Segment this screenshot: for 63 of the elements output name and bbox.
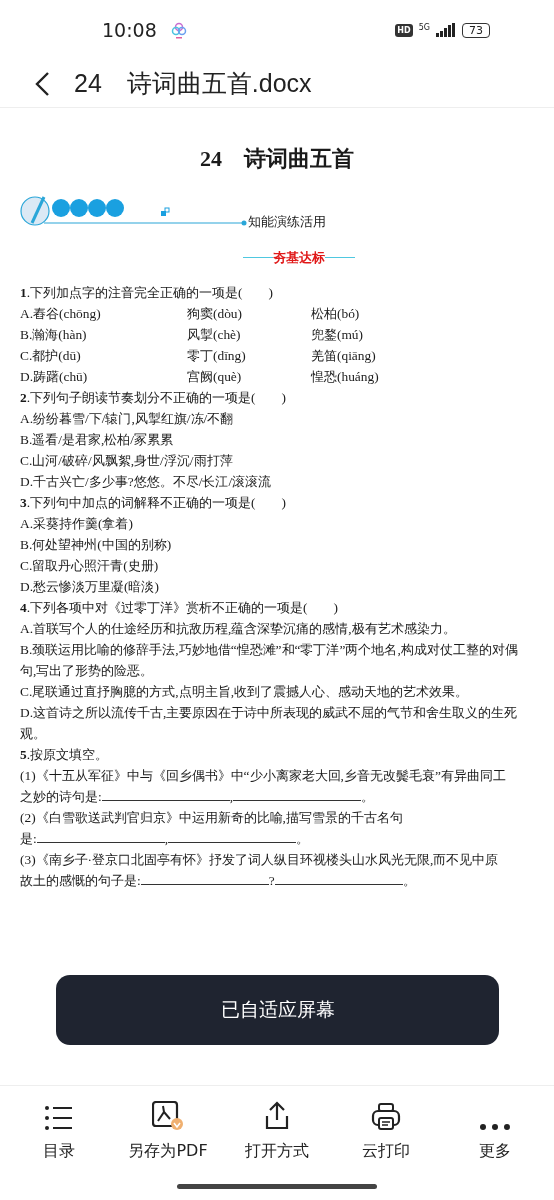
pdf-icon[interactable] [152, 1101, 184, 1131]
answer-option: D.千古兴亡/多少事?悠悠。不尽/长江/滚滚流 [20, 471, 534, 492]
answer-option: D.愁云惨淡万里凝(暗淡) [20, 576, 534, 597]
answer-option: B.遥看/是君家,松柏/冢累累 [20, 429, 534, 450]
question-text: 4.下列各项中对《过零丁洋》赏析不正确的一项是( ) [20, 599, 339, 617]
answer-option: C.都护(dū) [20, 345, 187, 366]
home-indicator[interactable] [177, 1183, 377, 1189]
answer-option: A.首联写个人的仕途经历和抗敌历程,蕴含深挚沉痛的感情,极有艺术感染力。 [20, 618, 534, 639]
more-icon[interactable] [479, 1123, 511, 1131]
toolbar-label[interactable]: 另存为PDF [128, 1141, 208, 1162]
toolbar-label[interactable]: 打开方式 [245, 1141, 309, 1162]
battery-indicator: 73 [462, 22, 490, 38]
end-mark: 。 [402, 873, 416, 888]
back-icon[interactable] [34, 70, 50, 97]
answer-option: 狗窦(dòu) [187, 303, 311, 324]
fill-in-prompt: 是: [20, 831, 37, 846]
printer-icon[interactable] [371, 1103, 401, 1131]
answer-option: 零丁(dīng) [187, 345, 311, 366]
separator-mark: , [229, 789, 234, 804]
document-heading: 24 诗词曲五首 [199, 148, 355, 169]
fill-in-prompt: (2)《白雪歌送武判官归京》中运用新奇的比喻,描写雪景的千古名句 [20, 809, 404, 827]
question-text: 5.按原文填空。 [20, 746, 110, 764]
question-text: 2.下列句子朗读节奏划分不正确的一项是( ) [20, 389, 287, 407]
question-text: 3.下列句中加点的词解释不正确的一项是( ) [20, 494, 287, 512]
answer-option: B.颈联运用比喻的修辞手法,巧妙地借“惶恐滩”和“零丁洋”两个地名,构成对仗工整的对偶句,写出了形势的险恶。 [20, 639, 534, 681]
end-mark: 。 [361, 789, 375, 804]
answer-option: C.尾联通过直抒胸臆的方式,点明主旨,收到了震撼人心、感动天地的艺术效果。 [20, 681, 534, 702]
answer-option: B.瀚海(hàn) [20, 324, 187, 345]
toolbar-label[interactable]: 云打印 [362, 1141, 410, 1162]
answer-option: 风掣(chè) [187, 324, 311, 345]
answer-option: 兜鍪(mú) [311, 324, 534, 345]
app-notification-icon [170, 21, 187, 39]
answer-option: D.踌躇(chū) [20, 366, 187, 387]
toolbar-label[interactable]: 更多 [479, 1141, 511, 1162]
section-subheading: 夯基达标 [273, 249, 325, 267]
toolbar-label[interactable]: 目录 [43, 1141, 75, 1162]
answer-option: 惶恐(huáng) [311, 366, 534, 387]
question-text: 1.下列加点字的注音完全正确的一项是( ) [20, 284, 274, 302]
answer-option: 羌笛(qiāng) [311, 345, 534, 366]
fill-in-prompt: (1)《十五从军征》中与《回乡偶书》中“少小离家老大回,乡音无改鬓毛衰”有异曲同工 [20, 767, 507, 785]
status-time: 10:08 [102, 19, 157, 41]
separator-mark: , [164, 831, 169, 846]
answer-option: C.留取丹心照汗青(史册) [20, 555, 534, 576]
fill-in-prompt: (3)《南乡子·登京口北固亭有怀》抒发了词人纵目环视楼头山水风光无限,而不见中原 [20, 851, 500, 869]
answer-option: A.采葵持作羹(拿着) [20, 513, 534, 534]
section-label: 知能演练活用 [248, 213, 326, 231]
network-type: 5G [418, 22, 430, 32]
end-mark: 。 [296, 831, 310, 846]
list-icon[interactable] [44, 1105, 74, 1131]
fill-in-prompt: 之妙的诗句是: [20, 789, 102, 804]
fill-in-prompt: 故土的感慨的句子是: [20, 873, 141, 888]
hd-badge: HD [395, 23, 413, 37]
answer-option: A.舂谷(chōng) [20, 303, 187, 324]
answer-option: A.纷纷暮雪/下/辕门,风掣红旗/冻/不翻 [20, 408, 534, 429]
answer-option: C.山河/破碎/风飘絮,身世/浮沉/雨打萍 [20, 450, 534, 471]
answer-option: B.何处望神州(中国的别称) [20, 534, 534, 555]
toast-message: 已自适应屏幕 [56, 975, 499, 1045]
answer-option: D.这首诗之所以流传千古,主要原因在于诗中所表现的威武不屈的气节和舍生取义的生死观。 [20, 702, 534, 744]
answer-option: 宫阙(què) [187, 366, 311, 387]
separator-mark: ? [268, 873, 275, 888]
document-title: 24 诗词曲五首.docx [74, 68, 312, 99]
answer-option: 松柏(bó) [311, 303, 534, 324]
signal-icon [436, 23, 456, 37]
